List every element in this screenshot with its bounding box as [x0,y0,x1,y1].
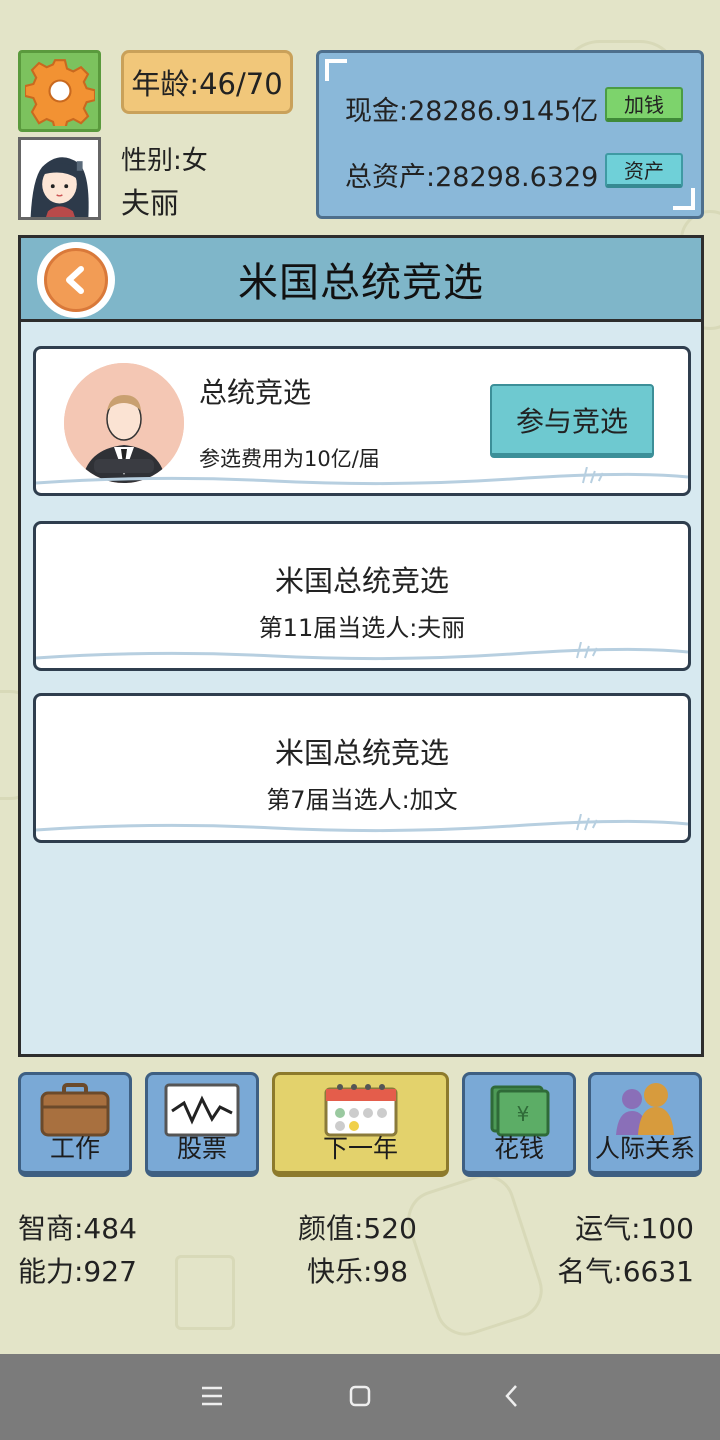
assets-button[interactable]: 资产 [605,153,683,188]
menu-icon[interactable] [196,1380,228,1412]
stat-fame: 名气:6631 [557,1255,694,1288]
panel-header: 米国总统竞选 [21,238,701,322]
result-title: 米国总统竞选 [274,564,449,598]
add-money-button[interactable]: 加钱 [605,87,683,122]
panel-title: 米国总统竞选 [238,260,484,306]
election-panel: 米国总统竞选 总统竞选 参选费用为10亿/届 参与竞选 米国总统竞选 第11届当… [18,235,704,1057]
player-name: 夫丽 [121,186,180,220]
join-election-label: 参与竞选 [515,404,628,438]
stat-iq: 智商:484 [18,1212,137,1245]
chevron-left-icon [66,266,84,294]
assets-value: 28298.6329 [435,162,599,193]
nav-work-label: 工作 [49,1134,100,1163]
gender-label: 性别:女 [121,146,208,176]
age-text: 年龄:46/70 [131,67,283,101]
election-card-title: 总统竞选 [199,376,312,409]
svg-text:¥: ¥ [517,1102,530,1126]
background-doodle [399,1166,551,1344]
president-portrait [64,363,184,483]
nav-stocks-button[interactable]: 股票 [145,1072,259,1177]
nav-work-button[interactable]: 工作 [18,1072,132,1177]
result-card: 米国总统竞选 第11届当选人:夫丽 [33,521,691,671]
back-button[interactable] [37,242,115,318]
result-winner: 第11届当选人:夫丽 [258,614,466,642]
election-card: 总统竞选 参选费用为10亿/届 参与竞选 [33,346,691,496]
money-panel: 现金:28286.9145亿 加钱 总资产:28298.6329 资产 [316,50,704,219]
assets-row: 总资产:28298.6329 [345,155,635,194]
nav-stocks-label: 股票 [176,1134,227,1163]
nav-spend-label: 花钱 [493,1134,544,1163]
wave-decoration [36,642,688,661]
background-doodle [175,1255,235,1330]
add-money-label: 加钱 [624,93,664,117]
nav-relations-label: 人际关系 [594,1134,695,1163]
nav-next-year-button[interactable]: 下一年 [272,1072,449,1177]
result-winner: 第7届当选人:加文 [266,786,458,814]
wave-decoration [36,467,688,486]
avatar[interactable] [18,137,101,220]
result-card: 米国总统竞选 第7届当选人:加文 [33,693,691,843]
age-badge: 年龄:46/70 [121,50,293,114]
wave-decoration [36,814,688,833]
gear-icon [24,59,95,126]
cash-row: 现金:28286.9145亿 [345,89,598,128]
stat-ability: 能力:927 [18,1255,137,1288]
nav-relations-button[interactable]: 人际关系 [588,1072,702,1177]
stat-happiness: 快乐:98 [307,1255,409,1288]
nav-spend-button[interactable]: ¥ 花钱 [462,1072,576,1177]
nav-next-year-label: 下一年 [322,1134,398,1163]
assets-label: 总资产: [345,162,436,193]
frame-corner [673,188,695,210]
settings-button[interactable] [18,50,101,132]
home-icon[interactable] [344,1380,376,1412]
assets-button-label: 资产 [624,159,664,183]
businessman-icon [64,363,184,483]
cash-label: 现金: [345,96,409,127]
stat-looks: 颜值:520 [298,1212,417,1245]
result-title: 米国总统竞选 [274,736,449,770]
stat-luck: 运气:100 [575,1212,694,1245]
system-navigation-bar [0,1354,720,1440]
join-election-button[interactable]: 参与竞选 [490,384,654,458]
frame-corner [325,59,347,81]
cash-value: 28286.9145亿 [408,96,599,127]
girl-avatar-icon [21,140,98,217]
back-nav-icon[interactable] [496,1380,528,1412]
